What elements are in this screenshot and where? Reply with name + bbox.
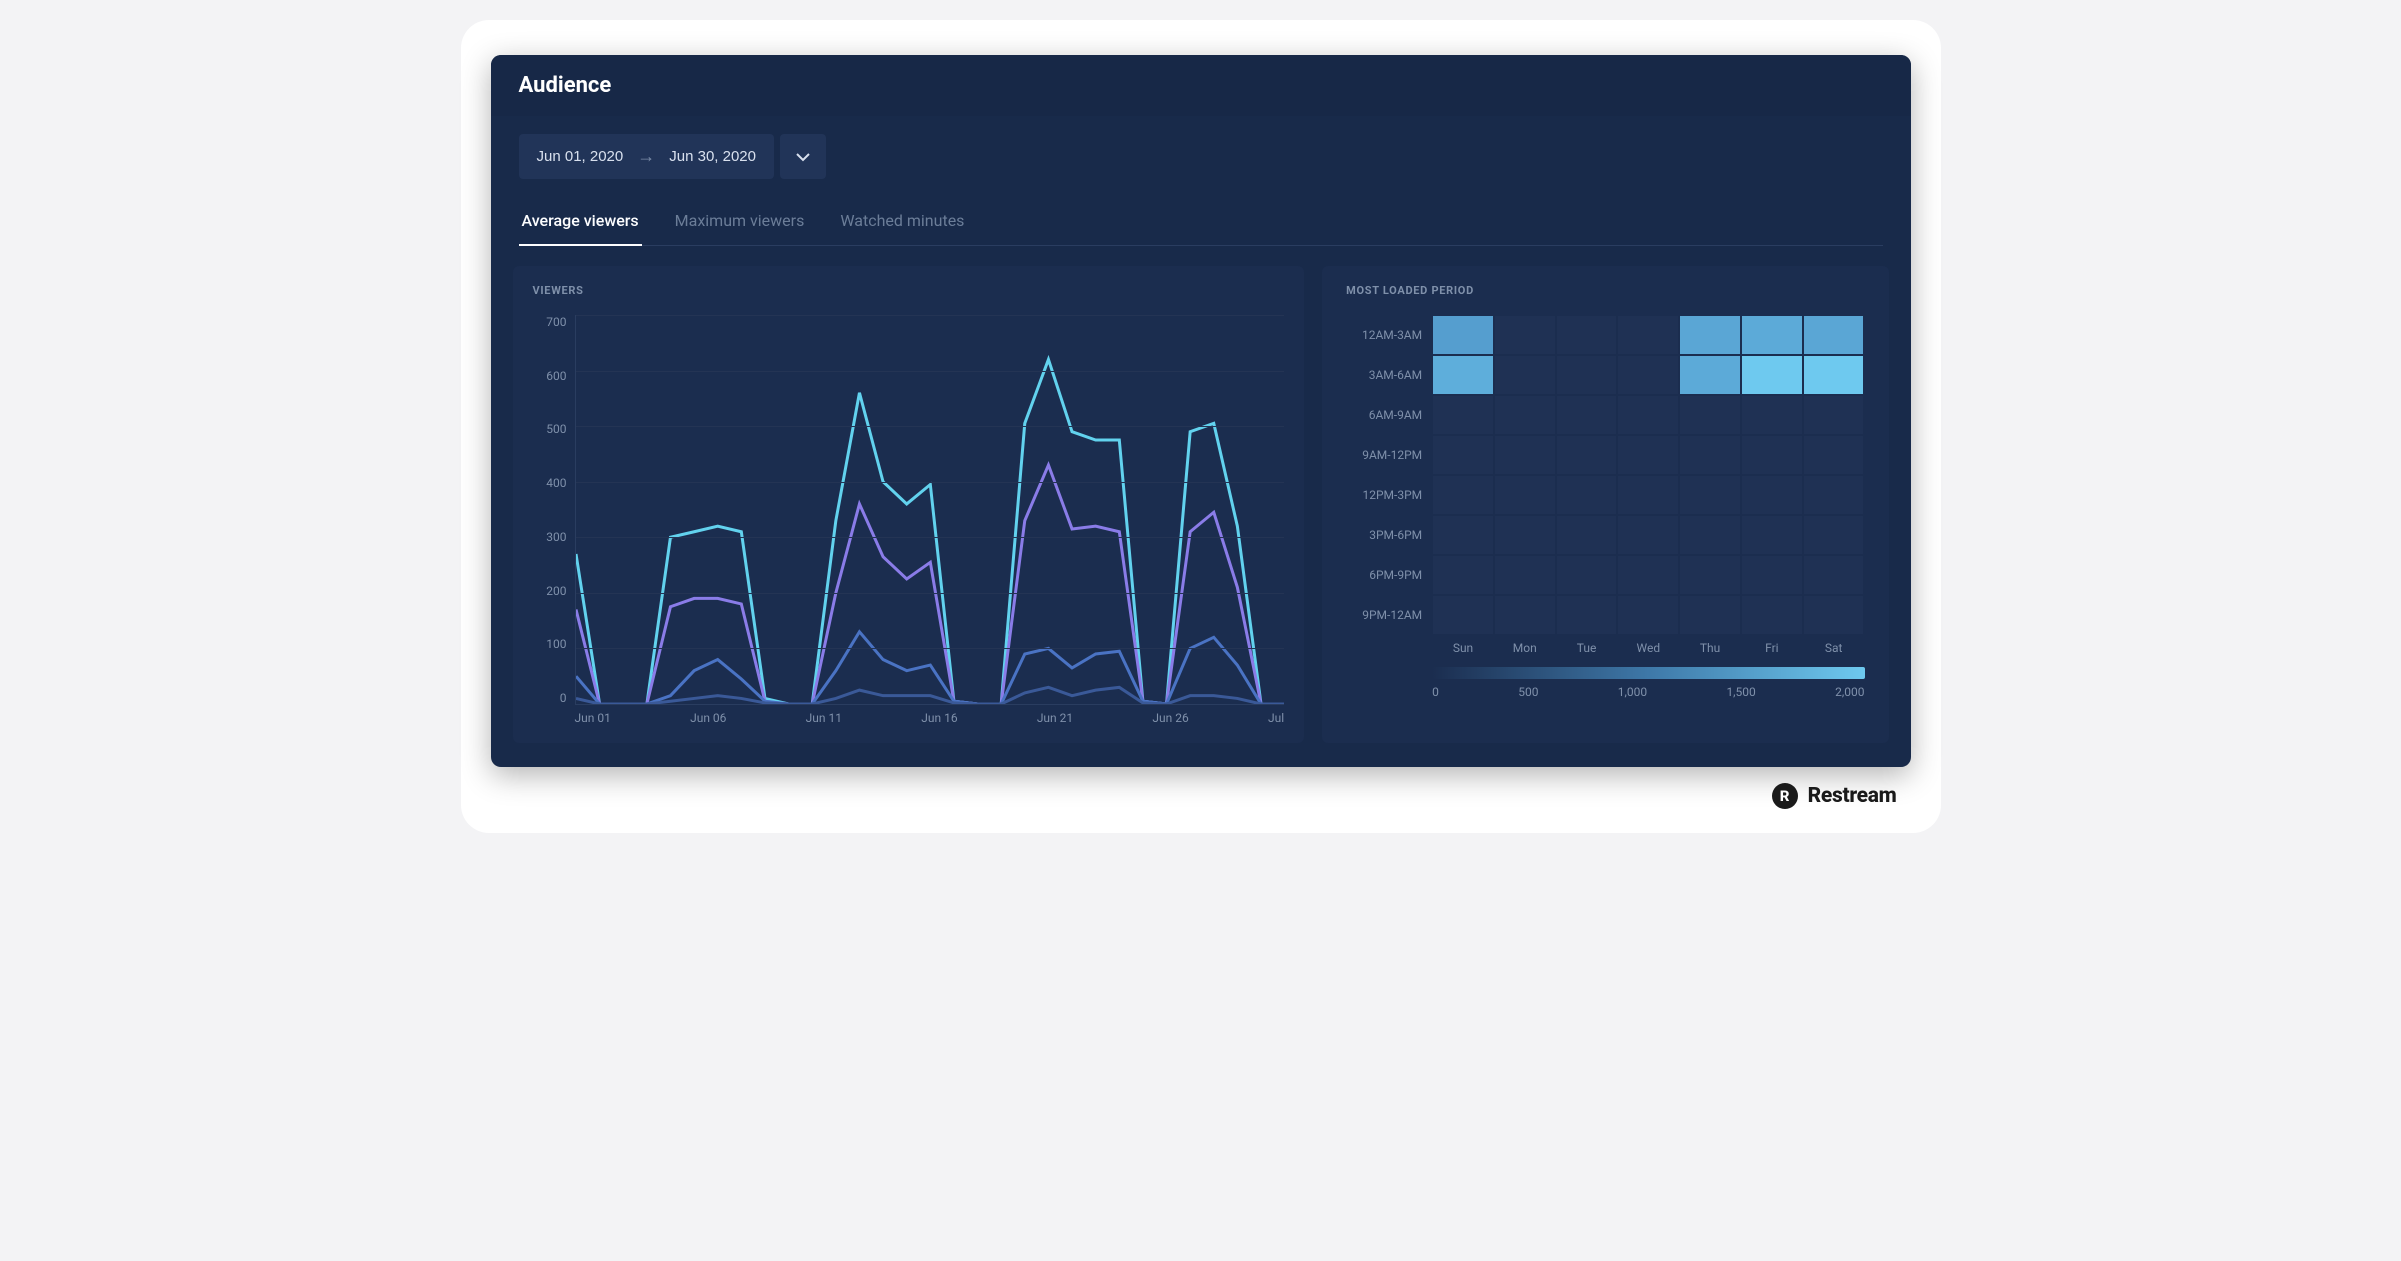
heatmap-cell	[1617, 435, 1679, 475]
heatmap-cell	[1803, 315, 1865, 355]
date-range-picker[interactable]: Jun 01, 2020 → Jun 30, 2020	[519, 134, 775, 179]
heatmap-cell	[1741, 355, 1803, 395]
heatmap-cell	[1679, 395, 1741, 435]
heatmap-x-axis: SunMonTueWedThuFriSat	[1346, 641, 1864, 655]
tab-maximum-viewers[interactable]: Maximum viewers	[672, 201, 808, 246]
heatmap-cell	[1556, 515, 1618, 555]
date-start: Jun 01, 2020	[537, 148, 624, 165]
date-range-group: Jun 01, 2020 → Jun 30, 2020	[519, 134, 827, 179]
heatmap-cell	[1679, 595, 1741, 635]
heatmap-cell	[1741, 435, 1803, 475]
heatmap-cell	[1432, 595, 1494, 635]
heatmap-cell	[1556, 555, 1618, 595]
tab-average-viewers[interactable]: Average viewers	[519, 201, 642, 246]
heatmap-cell	[1494, 555, 1556, 595]
heatmap-cell	[1617, 515, 1679, 555]
analytics-panel: Audience Jun 01, 2020 → Jun 30, 2020 Ave…	[491, 55, 1911, 767]
heatmap-cell	[1494, 515, 1556, 555]
heatmap-cell	[1803, 355, 1865, 395]
series-line-series-navy	[576, 687, 1285, 704]
heatmap-cell	[1679, 435, 1741, 475]
heatmap-cell	[1803, 435, 1865, 475]
heatmap-cell	[1803, 515, 1865, 555]
heatmap-cell	[1617, 355, 1679, 395]
series-line-series-cyan	[576, 359, 1285, 704]
series-line-series-blue	[576, 632, 1285, 704]
heatmap-cell	[1494, 315, 1556, 355]
arrow-right-icon: →	[637, 146, 655, 167]
heatmap-cell	[1432, 355, 1494, 395]
chevron-down-icon	[796, 152, 810, 162]
heatmap-cell	[1803, 395, 1865, 435]
heatmap-cell	[1556, 355, 1618, 395]
heatmap-cell	[1432, 475, 1494, 515]
heatmap-cell	[1556, 435, 1618, 475]
viewers-x-axis: Jun 01Jun 06Jun 11Jun 16Jun 21Jun 26Jul	[575, 711, 1285, 725]
heatmap-cell	[1741, 315, 1803, 355]
heatmap-cell	[1494, 395, 1556, 435]
heatmap-cell	[1679, 475, 1741, 515]
heatmap-cell	[1494, 595, 1556, 635]
metric-tabs: Average viewers Maximum viewers Watched mi…	[519, 201, 1883, 246]
heatmap-cell	[1432, 315, 1494, 355]
heatmap-cell	[1679, 315, 1741, 355]
heatmap-row-label: 12PM-3PM	[1346, 475, 1432, 515]
brand-footer: R Restream	[491, 767, 1911, 813]
heatmap-row-label: 12AM-3AM	[1346, 315, 1432, 355]
heatmap-cell	[1803, 555, 1865, 595]
heatmap-card: MOST LOADED PERIOD 12AM-3AM3AM-6AM6AM-9A…	[1322, 266, 1888, 743]
heatmap-legend: 05001,0001,5002,000	[1432, 667, 1864, 699]
heatmap-cell	[1741, 595, 1803, 635]
tab-watched-minutes[interactable]: Watched minutes	[837, 201, 967, 246]
heatmap-row-label: 9PM-12AM	[1346, 595, 1432, 635]
heatmap-cell	[1432, 515, 1494, 555]
heatmap-cell	[1803, 475, 1865, 515]
heatmap-cell	[1494, 475, 1556, 515]
heatmap-cell	[1741, 475, 1803, 515]
heatmap-cell	[1556, 595, 1618, 635]
heatmap-cell	[1617, 595, 1679, 635]
controls-row: Jun 01, 2020 → Jun 30, 2020 Average view…	[491, 116, 1911, 246]
panel-header: Audience	[491, 55, 1911, 116]
heatmap-row-label: 9AM-12PM	[1346, 435, 1432, 475]
heatmap-cell	[1556, 315, 1618, 355]
heatmap-cell	[1679, 555, 1741, 595]
heatmap-cell	[1432, 435, 1494, 475]
heatmap-cell	[1803, 595, 1865, 635]
page-title: Audience	[519, 73, 1883, 98]
heatmap-row-label: 6AM-9AM	[1346, 395, 1432, 435]
restream-logo-icon: R	[1772, 783, 1798, 809]
heatmap-cell	[1432, 555, 1494, 595]
heatmap-cell	[1617, 395, 1679, 435]
restream-logo-text: Restream	[1808, 784, 1897, 808]
heatmap-cell	[1679, 515, 1741, 555]
heatmap-cell	[1432, 395, 1494, 435]
viewers-chart-card: VIEWERS 7006005004003002001000 Jun 01Jun…	[513, 266, 1305, 743]
heatmap-cell	[1741, 395, 1803, 435]
heatmap-cell	[1556, 395, 1618, 435]
heatmap-card-title: MOST LOADED PERIOD	[1346, 284, 1864, 297]
heatmap-cell	[1494, 435, 1556, 475]
date-end: Jun 30, 2020	[669, 148, 756, 165]
viewers-y-axis: 7006005004003002001000	[533, 315, 575, 705]
heatmap-row-label: 3PM-6PM	[1346, 515, 1432, 555]
heatmap-cell	[1617, 475, 1679, 515]
date-range-dropdown[interactable]	[780, 134, 826, 179]
viewers-plot-area	[575, 315, 1285, 705]
heatmap-cell	[1741, 555, 1803, 595]
heatmap-row-label: 6PM-9PM	[1346, 555, 1432, 595]
heatmap-cell	[1679, 355, 1741, 395]
viewers-card-title: VIEWERS	[533, 284, 1285, 297]
heatmap-cell	[1741, 515, 1803, 555]
heatmap-cell	[1617, 315, 1679, 355]
heatmap-gradient-bar	[1432, 667, 1864, 679]
heatmap-row-label: 3AM-6AM	[1346, 355, 1432, 395]
heatmap-cell	[1494, 355, 1556, 395]
heatmap-cell	[1617, 555, 1679, 595]
viewers-lines-svg	[576, 315, 1285, 704]
heatmap-legend-ticks: 05001,0001,5002,000	[1432, 685, 1864, 699]
heatmap-cell	[1556, 475, 1618, 515]
heatmap-grid: 12AM-3AM3AM-6AM6AM-9AM9AM-12PM12PM-3PM3P…	[1346, 315, 1864, 635]
